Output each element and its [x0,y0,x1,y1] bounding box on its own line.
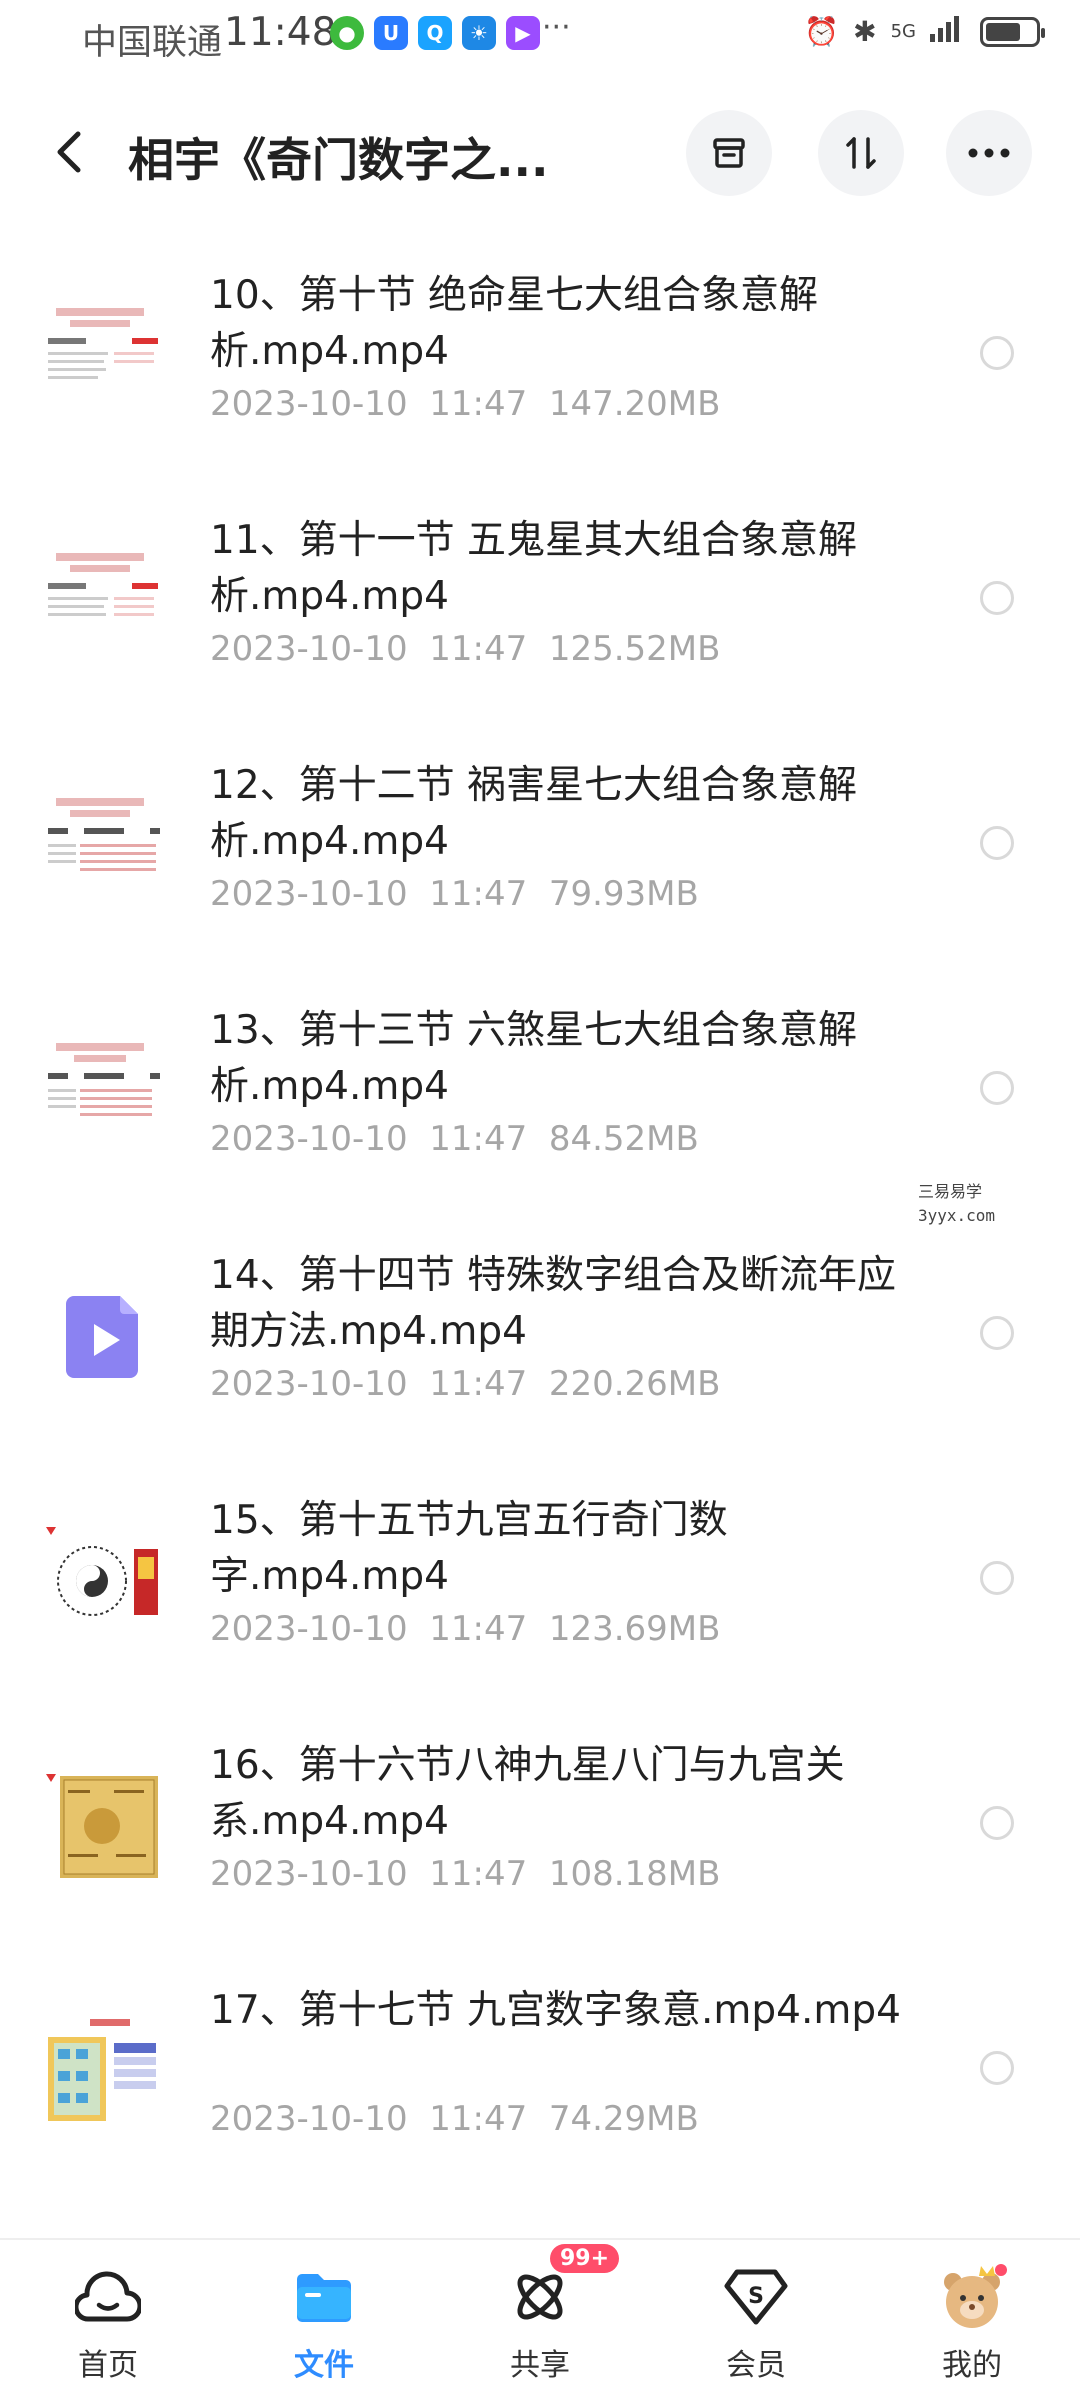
file-meta: 2023-10-10 11:47 220.26MB [210,1364,721,1404]
sort-icon [846,137,876,169]
file-meta: 2023-10-10 11:47 123.69MB [210,1609,721,1649]
more-button[interactable] [946,110,1032,196]
bagua-thumbnail [44,1523,160,1643]
nav-label: 会员 [726,2348,786,2383]
signal-icon [930,14,966,49]
network-label: 5G [890,21,916,42]
file-meta: 2023-10-10 11:47 147.20MB [210,384,721,424]
file-name: 15、第十五节九宫五行奇门数字.mp4.mp4 [210,1498,728,1599]
doc-thumbnail [44,298,160,418]
back-arrow-icon[interactable] [44,126,96,178]
alarm-icon: ⏰ [804,15,840,48]
video-file-icon [60,1278,150,1388]
app-flag-icon: ▶ [506,16,540,50]
grid-thumbnail [44,2013,160,2133]
more-dots-icon [968,148,1010,158]
nav-label: 文件 [294,2348,354,2383]
file-meta: 2023-10-10 11:47 79.93MB [210,874,699,914]
list-item[interactable]: 17、第十七节 九宫数字象意.mp4.mp4 2023-10-10 11:47 … [0,1955,1080,2200]
app-u-icon: U [374,16,408,50]
top-bar: 相宇《奇门数字之... [0,100,1080,210]
select-checkbox[interactable] [980,826,1014,860]
page-title: 相宇《奇门数字之... [128,133,549,187]
select-checkbox[interactable] [980,1561,1014,1595]
folder-icon [289,2262,359,2332]
bottom-nav: 首页 文件 99+ 共享 S 会员 我的 [0,2238,1080,2400]
doc-thumbnail [44,543,160,663]
nav-vip[interactable]: S 会员 [666,2240,846,2402]
select-checkbox[interactable] [980,336,1014,370]
file-meta: 2023-10-10 11:47 108.18MB [210,1854,721,1894]
system-icons: ⏰ ✱ 5G [804,14,1045,49]
nav-share[interactable]: 99+ 共享 [450,2240,630,2402]
file-meta: 2023-10-10 11:47 125.52MB [210,629,721,669]
weather-icon: ☀ [462,16,496,50]
select-checkbox[interactable] [980,2051,1014,2085]
select-checkbox[interactable] [980,1806,1014,1840]
clock: 11:48 [224,10,337,55]
nav-home[interactable]: 首页 [18,2240,198,2402]
bluetooth-icon: ✱ [853,15,877,48]
nav-label: 首页 [78,2348,138,2383]
list-item[interactable]: 15、第十五节九宫五行奇门数字.mp4.mp4 2023-10-10 11:47… [0,1465,1080,1710]
share-badge: 99+ [550,2244,620,2273]
watermark: 三易易学 3yyx.com [918,1182,996,1225]
nav-label: 我的 [942,2348,1002,2383]
file-name: 12、第十二节 祸害星七大组合象意解析.mp4.mp4 [210,763,858,864]
nav-files[interactable]: 文件 [234,2240,414,2402]
wechat-icon: ● [330,16,364,50]
file-name: 16、第十六节八神九星八门与九宫关系.mp4.mp4 [210,1743,845,1844]
search-app-icon: Q [418,16,452,50]
battery-icon [980,16,1045,47]
file-meta: 2023-10-10 11:47 84.52MB [210,1119,699,1159]
notification-icons: ● U Q ☀ ▶ [330,16,540,50]
more-notifications-icon: ··· [542,10,571,45]
list-item[interactable]: 14、第十四节 特殊数字组合及断流年应期方法.mp4.mp4 2023-10-1… [0,1220,1080,1465]
vip-diamond-icon: S [721,2262,791,2332]
file-meta: 2023-10-10 11:47 74.29MB [210,2099,699,2139]
nav-label: 共享 [510,2348,570,2383]
status-bar: 中国联通 11:48 ● U Q ☀ ▶ ··· ⏰ ✱ 5G [0,0,1080,72]
svg-text:S: S [748,2284,764,2309]
carrier-label: 中国联通 [82,23,223,63]
file-name: 14、第十四节 特殊数字组合及断流年应期方法.mp4.mp4 [210,1253,897,1354]
file-name: 11、第十一节 五鬼星其大组合象意解析.mp4.mp4 [210,518,858,619]
select-checkbox[interactable] [980,1071,1014,1105]
select-checkbox[interactable] [980,1316,1014,1350]
doc-thumbnail [44,788,160,908]
gold-chart-thumbnail [44,1768,160,1888]
file-name: 10、第十节 绝命星七大组合象意解析.mp4.mp4 [210,273,819,374]
list-item[interactable]: 12、第十二节 祸害星七大组合象意解析.mp4.mp4 2023-10-10 1… [0,730,1080,975]
list-item[interactable]: 10、第十节 绝命星七大组合象意解析.mp4.mp4 2023-10-10 11… [0,240,1080,485]
list-item[interactable]: 16、第十六节八神九星八门与九宫关系.mp4.mp4 2023-10-10 11… [0,1710,1080,1955]
sort-button[interactable] [818,110,904,196]
file-name: 13、第十三节 六煞星七大组合象意解析.mp4.mp4 [210,1008,858,1109]
avatar-bear-icon [937,2262,1007,2332]
home-cloud-icon [73,2262,143,2332]
file-name: 17、第十七节 九宫数字象意.mp4.mp4 [210,1988,901,2033]
archive-button[interactable] [686,110,772,196]
archive-icon [713,138,745,168]
doc-thumbnail [44,1033,160,1153]
select-checkbox[interactable] [980,581,1014,615]
list-item[interactable]: 11、第十一节 五鬼星其大组合象意解析.mp4.mp4 2023-10-10 1… [0,485,1080,730]
nav-profile[interactable]: 我的 [882,2240,1062,2402]
